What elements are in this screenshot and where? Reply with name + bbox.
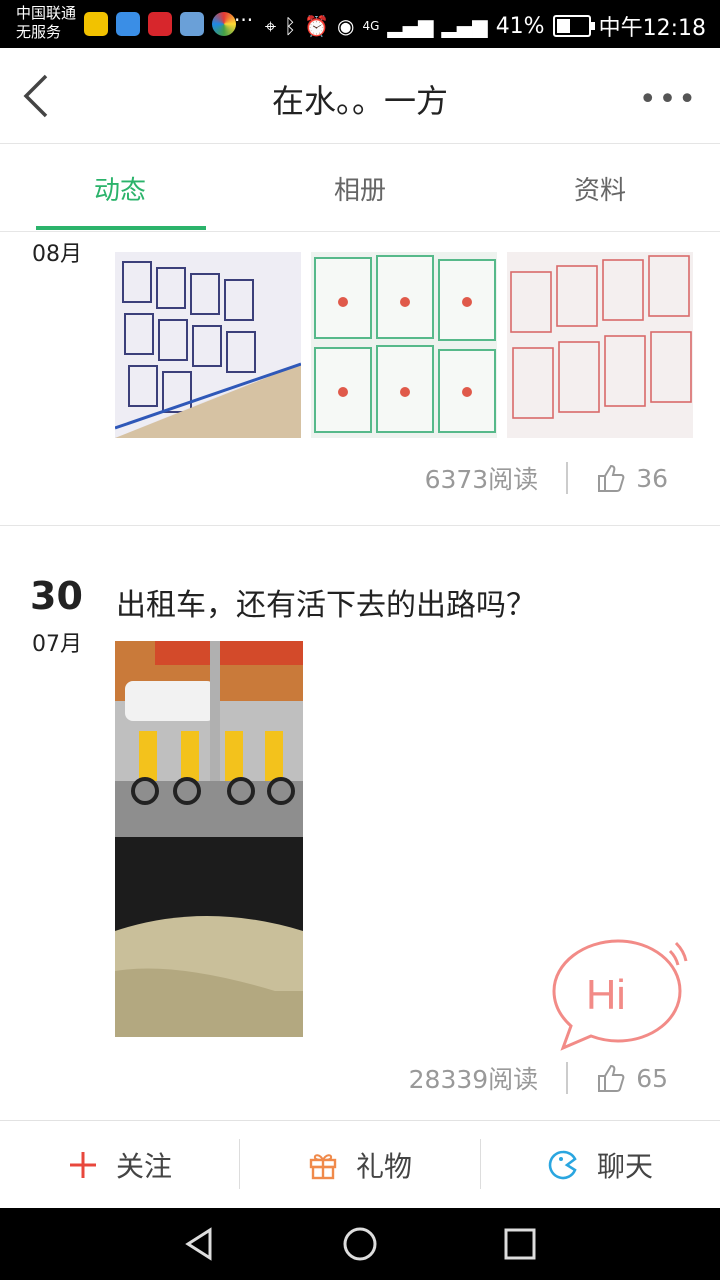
- nav-home-button[interactable]: [340, 1224, 380, 1264]
- like-count: 36: [636, 463, 668, 493]
- follow-button[interactable]: 关注: [0, 1121, 240, 1209]
- like-button[interactable]: 36: [596, 463, 668, 493]
- carrier-info: 中国联通 无服务: [16, 4, 76, 42]
- nav-recents-button[interactable]: [500, 1224, 540, 1264]
- follow-label: 关注: [115, 1150, 172, 1183]
- post-image[interactable]: [115, 641, 303, 1037]
- chat-icon: [548, 1150, 577, 1180]
- tab-profile[interactable]: 资料: [480, 170, 720, 207]
- app-map-icon: [180, 12, 204, 36]
- post-stats: 28339阅读 65: [409, 1060, 668, 1096]
- gift-button[interactable]: 礼物: [240, 1121, 480, 1209]
- read-count: 6373阅读: [424, 465, 539, 494]
- post-date-month: 07月: [32, 632, 82, 657]
- red-ticket-photo: [507, 252, 693, 438]
- network-type: 4G: [362, 19, 380, 33]
- more-options-button[interactable]: •••: [639, 82, 698, 117]
- system-nav-bar: [0, 1208, 720, 1280]
- status-bar: 中国联通 无服务 ··· ⌖ ᛒ ⏰ ◉ 4G ▂▄▆ ▂▄▆ 41% 中午12…: [0, 0, 720, 48]
- hi-bubble-icon: Hi: [552, 939, 688, 1051]
- bikes-car-window-photo: [115, 641, 303, 1037]
- page-title: 在水。。一方: [271, 82, 448, 120]
- app-browser-icon: [116, 12, 140, 36]
- signal-icon-2: ▂▄▆: [441, 14, 488, 38]
- thumbs-up-icon: [598, 1064, 625, 1092]
- thumbs-up-icon: [598, 464, 625, 492]
- square-recents-icon: [504, 1228, 536, 1260]
- plus-icon: [69, 1152, 96, 1178]
- title-bar: 在水。。一方 •••: [0, 48, 720, 144]
- circle-home-icon: [343, 1227, 377, 1261]
- triangle-back-icon: [185, 1227, 212, 1261]
- post-divider: [0, 525, 720, 526]
- carrier-name: 中国联通: [16, 4, 77, 22]
- status-icons: ⌖ ᛒ ⏰ ◉ 4G ▂▄▆ ▂▄▆ 41% 中午12:18: [265, 10, 706, 42]
- post-date-month: 08月: [32, 242, 82, 267]
- gift-icon: [309, 1154, 337, 1180]
- like-button[interactable]: 65: [596, 1063, 668, 1093]
- like-count: 65: [636, 1063, 668, 1093]
- bottom-action-bar: 关注 礼物 聊天: [0, 1120, 720, 1209]
- nav-back-button[interactable]: [180, 1224, 220, 1264]
- chat-label: 聊天: [596, 1150, 653, 1183]
- notification-icons: [84, 12, 236, 36]
- location-icon: ⌖: [264, 14, 277, 38]
- battery-percent: 41%: [495, 13, 545, 39]
- hi-greeting-button[interactable]: Hi: [548, 935, 688, 1055]
- stats-divider: [566, 462, 569, 494]
- post-image-2[interactable]: [311, 252, 497, 438]
- app-huawei-icon: [148, 12, 172, 36]
- app-7-icon: [84, 12, 108, 36]
- app-colorful-icon: [212, 12, 236, 36]
- stats-divider: [566, 1062, 569, 1094]
- post-stats: 6373阅读 36: [425, 460, 668, 496]
- chat-button[interactable]: 聊天: [480, 1121, 720, 1209]
- more-notifications-icon: ···: [234, 8, 254, 32]
- post-image-3[interactable]: [507, 252, 693, 438]
- signal-icon: ▂▄▆: [387, 14, 434, 38]
- bluetooth-icon: ᛒ: [284, 14, 297, 38]
- tab-feed[interactable]: 动态: [0, 170, 240, 207]
- eye-icon: ◉: [336, 14, 355, 38]
- battery-icon: [552, 15, 595, 37]
- read-count: 28339阅读: [408, 1065, 539, 1094]
- post-date-day: 30: [30, 574, 83, 618]
- post-image-1[interactable]: [115, 252, 301, 438]
- gift-label: 礼物: [355, 1150, 412, 1183]
- tab-bar: 动态 相册 资料: [0, 144, 720, 232]
- ticket-sheet-photo: [115, 252, 301, 438]
- clock: 中午12:18: [598, 16, 706, 41]
- tab-album[interactable]: 相册: [240, 170, 480, 207]
- active-tab-indicator: [36, 226, 206, 230]
- alarm-icon: ⏰: [304, 14, 329, 38]
- hi-label: Hi: [586, 971, 626, 1018]
- service-status: 无服务: [16, 23, 62, 41]
- green-ticket-photo: [311, 252, 497, 438]
- post-title[interactable]: 出租车，还有活下去的出路吗？: [116, 580, 536, 624]
